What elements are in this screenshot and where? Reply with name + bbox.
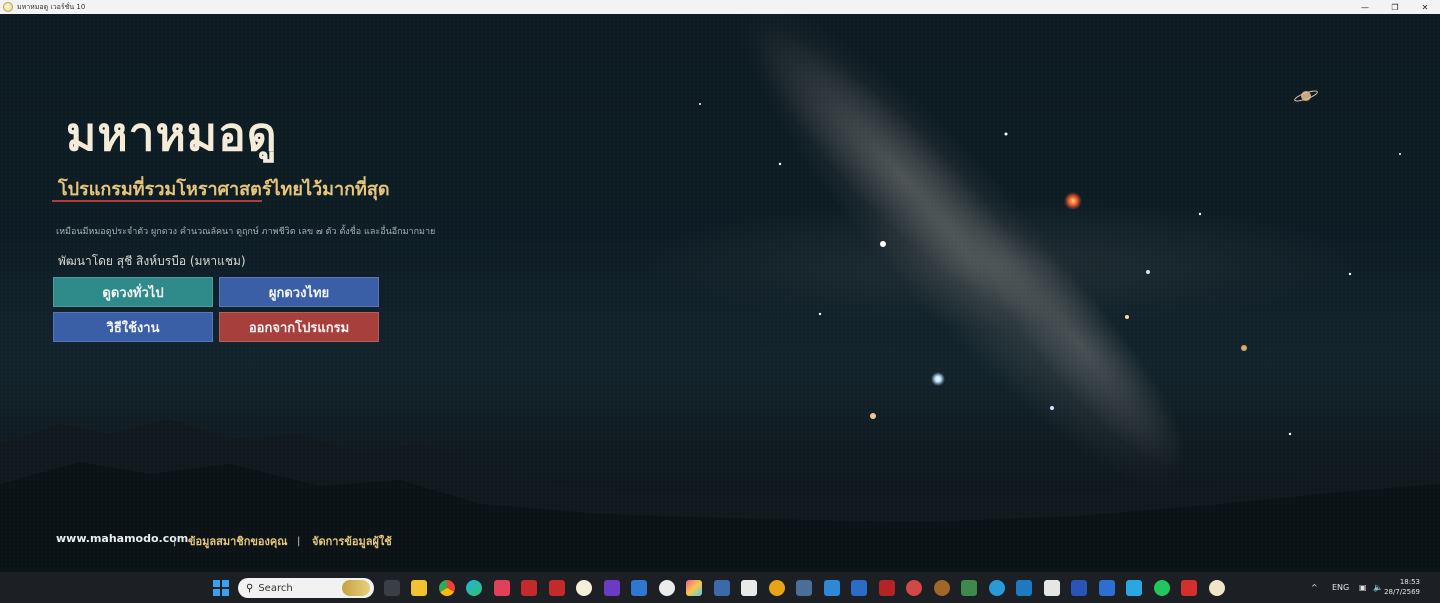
money-bag-icon[interactable] bbox=[961, 580, 977, 596]
visual-studio-icon[interactable] bbox=[604, 580, 620, 596]
member-info-link[interactable]: ข้อมูลสมาชิกของคุณ bbox=[188, 532, 287, 550]
remote-app-icon[interactable] bbox=[1099, 580, 1115, 596]
coin-app-icon[interactable] bbox=[934, 580, 950, 596]
calculator-icon[interactable] bbox=[714, 580, 730, 596]
image-app-icon[interactable] bbox=[796, 580, 812, 596]
window-app-icon[interactable] bbox=[1071, 580, 1087, 596]
mahamodo-taskbar-icon[interactable] bbox=[576, 580, 592, 596]
app-main: มหาหมอดู โปรแกรมที่รวมโหราศาสตร์ไทยไว้มา… bbox=[0, 14, 1440, 572]
settings-icon[interactable] bbox=[769, 580, 785, 596]
website-link[interactable]: www.mahamodo.com bbox=[56, 532, 188, 545]
network-app-icon[interactable] bbox=[851, 580, 867, 596]
volume-icon[interactable]: 🔈 bbox=[1373, 572, 1383, 603]
exit-program-button[interactable]: ออกจากโปรแกรม bbox=[219, 312, 379, 342]
minimize-button[interactable]: — bbox=[1350, 0, 1380, 14]
windows-start-icon[interactable] bbox=[213, 580, 229, 596]
subtitle-underline bbox=[52, 200, 262, 202]
network-icon[interactable]: ▣ bbox=[1359, 572, 1367, 603]
sql-app-icon[interactable] bbox=[1044, 580, 1060, 596]
system-clock[interactable]: 18:53 28/7/2569 bbox=[1384, 577, 1420, 597]
taskbar: ⚲ Search ^ ENG ▣ 🔈 18:53 28/7/2569 bbox=[0, 572, 1440, 603]
app-icon-dark-red-2[interactable] bbox=[549, 580, 565, 596]
vscode-icon[interactable] bbox=[631, 580, 647, 596]
app-title: มหาหมอดู bbox=[66, 107, 278, 161]
document-icon[interactable] bbox=[824, 580, 840, 596]
thai-horoscope-button[interactable]: ผูกดวงไทย bbox=[219, 277, 379, 307]
blue-app-icon[interactable] bbox=[1126, 580, 1142, 596]
close-button[interactable]: ✕ bbox=[1410, 0, 1440, 14]
pdf-reader-icon[interactable] bbox=[1181, 580, 1197, 596]
clock-date: 28/7/2569 bbox=[1384, 588, 1420, 596]
general-horoscope-button[interactable]: ดูดวงทั่วไป bbox=[53, 277, 213, 307]
tray-overflow-chevron[interactable]: ^ bbox=[1311, 572, 1318, 603]
chatgpt-icon[interactable] bbox=[659, 580, 675, 596]
app-subtitle: โปรแกรมที่รวมโหราศาสตร์ไทยไว้มากที่สุด bbox=[58, 179, 390, 200]
ruby-icon[interactable] bbox=[906, 580, 922, 596]
window-titlebar: มหาหมอดู เวอร์ชั่น 10 — ❐ ✕ bbox=[0, 0, 1440, 14]
language-indicator[interactable]: ENG bbox=[1332, 572, 1349, 603]
task-view-icon[interactable] bbox=[384, 580, 400, 596]
window-controls: — ❐ ✕ bbox=[1350, 0, 1440, 14]
window-title: มหาหมอดู เวอร์ชั่น 10 bbox=[17, 2, 86, 11]
edge-icon[interactable] bbox=[466, 580, 482, 596]
developer-credit: พัฒนาโดย สุชี สิงห์บรบือ (มหาแชม) bbox=[58, 254, 246, 268]
taskbar-search[interactable]: ⚲ Search bbox=[238, 578, 374, 598]
notepad-icon[interactable] bbox=[741, 580, 757, 596]
network-tool-icon[interactable] bbox=[1016, 580, 1032, 596]
footer-separator: | bbox=[173, 536, 177, 547]
chrome-icon[interactable] bbox=[439, 580, 455, 596]
file-explorer-icon[interactable] bbox=[411, 580, 427, 596]
search-highlight-icon bbox=[342, 580, 370, 596]
how-to-use-button[interactable]: วิธีใช้งาน bbox=[53, 312, 213, 342]
line-icon[interactable] bbox=[1154, 580, 1170, 596]
footer-separator: | bbox=[297, 536, 301, 547]
manage-user-link[interactable]: จัดการข้อมูลผู้ใช้ bbox=[312, 532, 392, 550]
search-icon: ⚲ bbox=[246, 582, 254, 594]
app-icon bbox=[3, 2, 13, 12]
photos-icon[interactable] bbox=[686, 580, 702, 596]
app-tagline: เหมือนมีหมอดูประจำตัว ผูกดวง คำนวณลัคนา … bbox=[56, 227, 436, 237]
clock-time: 18:53 bbox=[1399, 578, 1420, 586]
app-icon-red[interactable] bbox=[494, 580, 510, 596]
grid-app-icon[interactable] bbox=[879, 580, 895, 596]
maximize-button[interactable]: ❐ bbox=[1380, 0, 1410, 14]
mahamodo-icon[interactable] bbox=[1209, 580, 1225, 596]
app-icon-dark-red[interactable] bbox=[521, 580, 537, 596]
globe-icon[interactable] bbox=[989, 580, 1005, 596]
search-placeholder: Search bbox=[258, 582, 293, 594]
